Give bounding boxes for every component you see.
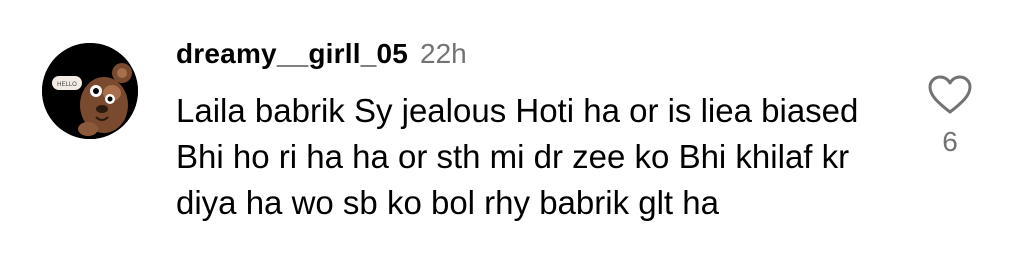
avatar[interactable]: HELLO — [42, 43, 138, 139]
comment-text: Laila babrik Sy jealous Hoti ha or is li… — [176, 92, 859, 221]
like-count: 6 — [942, 126, 958, 157]
bear-avatar-icon: HELLO — [42, 43, 138, 139]
comment-meta: dreamy__girll_05 22h — [176, 38, 467, 72]
username-link[interactable]: dreamy__girll_05 — [176, 38, 408, 70]
comment-row: HELLO dreamy__girll_05 22h Laila babrik … — [0, 0, 1024, 270]
avatar-badge-text: HELLO — [57, 82, 77, 88]
like-button[interactable]: 6 — [922, 74, 978, 174]
comment-timestamp: 22h — [420, 38, 467, 69]
heart-outline-icon[interactable] — [927, 74, 973, 116]
